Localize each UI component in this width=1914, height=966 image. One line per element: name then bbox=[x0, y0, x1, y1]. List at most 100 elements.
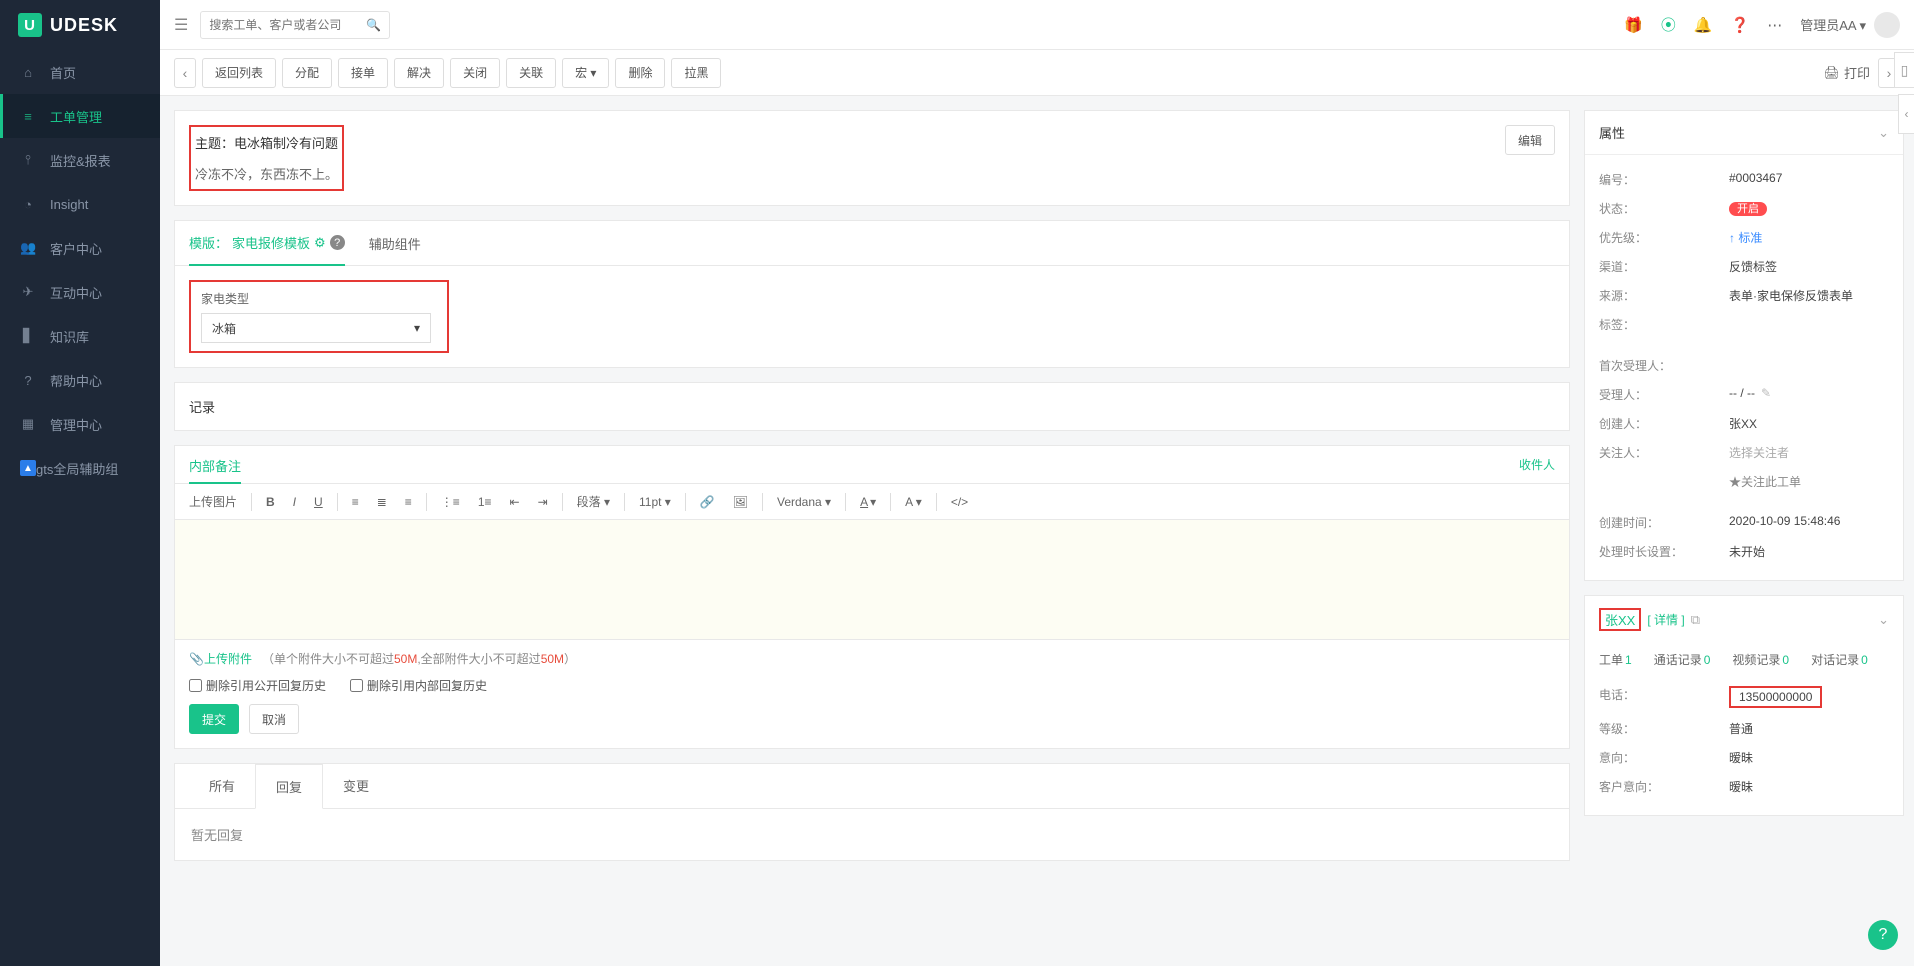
upload-image-button[interactable]: 上传图片 bbox=[185, 491, 241, 512]
appliance-type-highlight: 家电类型 冰箱 ▾ bbox=[189, 280, 449, 353]
toolbar-button[interactable]: 解决 bbox=[394, 58, 444, 88]
wifi-icon[interactable]: ⦿ bbox=[1661, 14, 1676, 35]
stat-video[interactable]: 视频记录0 bbox=[1732, 651, 1789, 668]
back-button[interactable]: ‹ bbox=[174, 58, 196, 88]
stat-chats[interactable]: 对话记录0 bbox=[1811, 651, 1868, 668]
book-toggle-icon[interactable]: ▯ bbox=[1894, 52, 1914, 88]
list-ol-icon[interactable]: 1≡ bbox=[474, 493, 496, 511]
italic-icon[interactable]: I bbox=[289, 493, 300, 511]
follower-select[interactable]: 选择关注者 bbox=[1729, 444, 1889, 461]
properties-header[interactable]: 属性 ⌄ bbox=[1585, 111, 1903, 155]
nav-label: Insight bbox=[50, 197, 88, 212]
help-icon[interactable]: ❓ bbox=[1731, 16, 1750, 34]
status-badge: 开启 bbox=[1729, 202, 1767, 216]
link-icon[interactable]: 🔗 bbox=[696, 493, 719, 511]
template-card: 模版：家电报修模板 ⚙ ? 辅助组件 家电类型 冰箱 ▾ bbox=[174, 220, 1570, 368]
bg-color-icon[interactable]: A ▾ bbox=[901, 493, 926, 511]
edit-icon[interactable]: ✎ bbox=[1761, 386, 1771, 400]
editor-textarea[interactable] bbox=[175, 520, 1569, 640]
sidebar-item[interactable]: ▲gts全局辅助组 bbox=[0, 446, 160, 490]
chat-icon[interactable]: ⋯ bbox=[1767, 16, 1782, 34]
external-link-icon[interactable]: ⧉ bbox=[1691, 612, 1700, 628]
nav-label: 工单管理 bbox=[50, 107, 102, 126]
gift-icon[interactable]: 🎁 bbox=[1624, 16, 1643, 34]
collapse-toggle-icon[interactable]: ‹ bbox=[1898, 94, 1914, 134]
topbar: ☰ 🔍 🎁 ⦿ 🔔 ❓ ⋯ 管理员AA ▾ bbox=[160, 0, 1914, 50]
toolbar-button[interactable]: 返回列表 bbox=[202, 58, 276, 88]
paragraph-select[interactable]: 段落 ▾ bbox=[573, 491, 614, 512]
chk-remove-public[interactable]: 删除引用公开回复历史 bbox=[189, 677, 326, 694]
customer-name[interactable]: 张XX bbox=[1599, 608, 1641, 631]
sidebar-item[interactable]: ≡工单管理 bbox=[0, 94, 160, 138]
properties-panel: 属性 ⌄ 编号：#0003467 状态：开启 优先级：↑ 标准 渠道：反馈标签 … bbox=[1584, 110, 1904, 581]
stat-tickets[interactable]: 工单1 bbox=[1599, 651, 1632, 668]
nav-icon: ⌂ bbox=[20, 65, 36, 80]
toolbar-button[interactable]: 接单 bbox=[338, 58, 388, 88]
toolbar-button[interactable]: 删除 bbox=[615, 58, 665, 88]
subject-card: 主题：电冰箱制冷有问题 冷冻不冷，东西冻不上。 编辑 bbox=[174, 110, 1570, 206]
follow-ticket-link[interactable]: ★关注此工单 bbox=[1729, 473, 1889, 490]
align-left-icon[interactable]: ≡ bbox=[348, 493, 363, 511]
sidebar-item[interactable]: ▋知识库 bbox=[0, 314, 160, 358]
sidebar-item[interactable]: ✈ 互动中心 bbox=[0, 270, 160, 314]
outdent-icon[interactable]: ⇤ bbox=[506, 493, 524, 511]
code-icon[interactable]: </> bbox=[947, 493, 972, 511]
nav-label: gts全局辅助组 bbox=[36, 459, 118, 478]
sidebar-item[interactable]: ⌂首页 bbox=[0, 50, 160, 94]
recipients-link[interactable]: 收件人 bbox=[1519, 456, 1555, 473]
chk-remove-internal[interactable]: 删除引用内部回复历史 bbox=[350, 677, 487, 694]
sidebar-item[interactable]: ?帮助中心 bbox=[0, 358, 160, 402]
upload-attachment-link[interactable]: 上传附件 bbox=[204, 652, 252, 666]
sidebar-item[interactable]: ▦管理中心 bbox=[0, 402, 160, 446]
cancel-button[interactable]: 取消 bbox=[249, 704, 299, 734]
avatar-icon bbox=[1874, 12, 1900, 38]
fontsize-select[interactable]: 11pt ▾ bbox=[635, 493, 675, 511]
history-tab[interactable]: 回复 bbox=[255, 764, 323, 809]
global-search[interactable]: 🔍 bbox=[200, 11, 390, 39]
nav-icon: ⫯ bbox=[20, 152, 36, 168]
tab-template[interactable]: 模版：家电报修模板 ⚙ ? bbox=[189, 221, 345, 266]
history-tab[interactable]: 变更 bbox=[323, 764, 389, 808]
nav-icon: ? bbox=[20, 373, 36, 388]
help-fab[interactable]: ? bbox=[1868, 920, 1898, 950]
toolbar-button[interactable]: 宏 ▾ bbox=[562, 58, 609, 88]
toolbar-button[interactable]: 分配 bbox=[282, 58, 332, 88]
editor-toolbar: 上传图片 B I U ≡ ≣ ≡ ⋮≡ 1≡ ⇤ ⇥ 段落 ▾ 11pt ▾ 🔗 bbox=[175, 484, 1569, 520]
stat-calls[interactable]: 通话记录0 bbox=[1654, 651, 1711, 668]
customer-phone: 13500000000 bbox=[1729, 686, 1822, 708]
toolbar-button[interactable]: 关闭 bbox=[450, 58, 500, 88]
underline-icon[interactable]: U bbox=[310, 493, 327, 511]
font-select[interactable]: Verdana ▾ bbox=[773, 493, 835, 511]
image-icon[interactable]: 🖼 bbox=[729, 493, 752, 511]
customer-header[interactable]: 张XX [ 详情 ] ⧉ ⌄ bbox=[1585, 596, 1903, 643]
sidebar-item[interactable]: ⫯监控&报表 bbox=[0, 138, 160, 182]
text-color-icon[interactable]: A ▾ bbox=[856, 493, 880, 511]
user-menu[interactable]: 管理员AA ▾ bbox=[1800, 12, 1900, 38]
note-tab[interactable]: 内部备注 bbox=[189, 456, 241, 484]
indent-icon[interactable]: ⇥ bbox=[534, 493, 552, 511]
sidebar-item[interactable]: 👥客户中心 bbox=[0, 226, 160, 270]
bold-icon[interactable]: B bbox=[262, 493, 279, 511]
align-right-icon[interactable]: ≡ bbox=[401, 493, 416, 511]
bell-icon[interactable]: 🔔 bbox=[1694, 16, 1713, 34]
submit-button[interactable]: 提交 bbox=[189, 704, 239, 734]
list-ul-icon[interactable]: ⋮≡ bbox=[437, 493, 464, 511]
help-badge-icon[interactable]: ? bbox=[330, 235, 345, 250]
nav-icon: ✈ bbox=[20, 284, 36, 300]
history-tab[interactable]: 所有 bbox=[189, 764, 255, 808]
print-button[interactable]: 🖨 打印 bbox=[1823, 63, 1870, 82]
customer-detail-link[interactable]: [ 详情 ] bbox=[1647, 611, 1684, 628]
search-icon[interactable]: 🔍 bbox=[366, 18, 381, 32]
sidebar-item[interactable]: ◔Insight bbox=[0, 182, 160, 226]
gear-icon[interactable]: ⚙ bbox=[314, 235, 326, 251]
ticket-body: 冷冻不冷，东西冻不上。 bbox=[195, 164, 338, 183]
nav-label: 互动中心 bbox=[50, 283, 102, 302]
menu-toggle-icon[interactable]: ☰ bbox=[174, 15, 188, 35]
search-input[interactable] bbox=[209, 18, 366, 32]
toolbar-button[interactable]: 关联 bbox=[506, 58, 556, 88]
appliance-type-select[interactable]: 冰箱 ▾ bbox=[201, 313, 431, 343]
tab-aux[interactable]: 辅助组件 bbox=[369, 222, 421, 265]
toolbar-button[interactable]: 拉黑 bbox=[671, 58, 721, 88]
align-center-icon[interactable]: ≣ bbox=[373, 493, 391, 511]
edit-button[interactable]: 编辑 bbox=[1505, 125, 1555, 155]
